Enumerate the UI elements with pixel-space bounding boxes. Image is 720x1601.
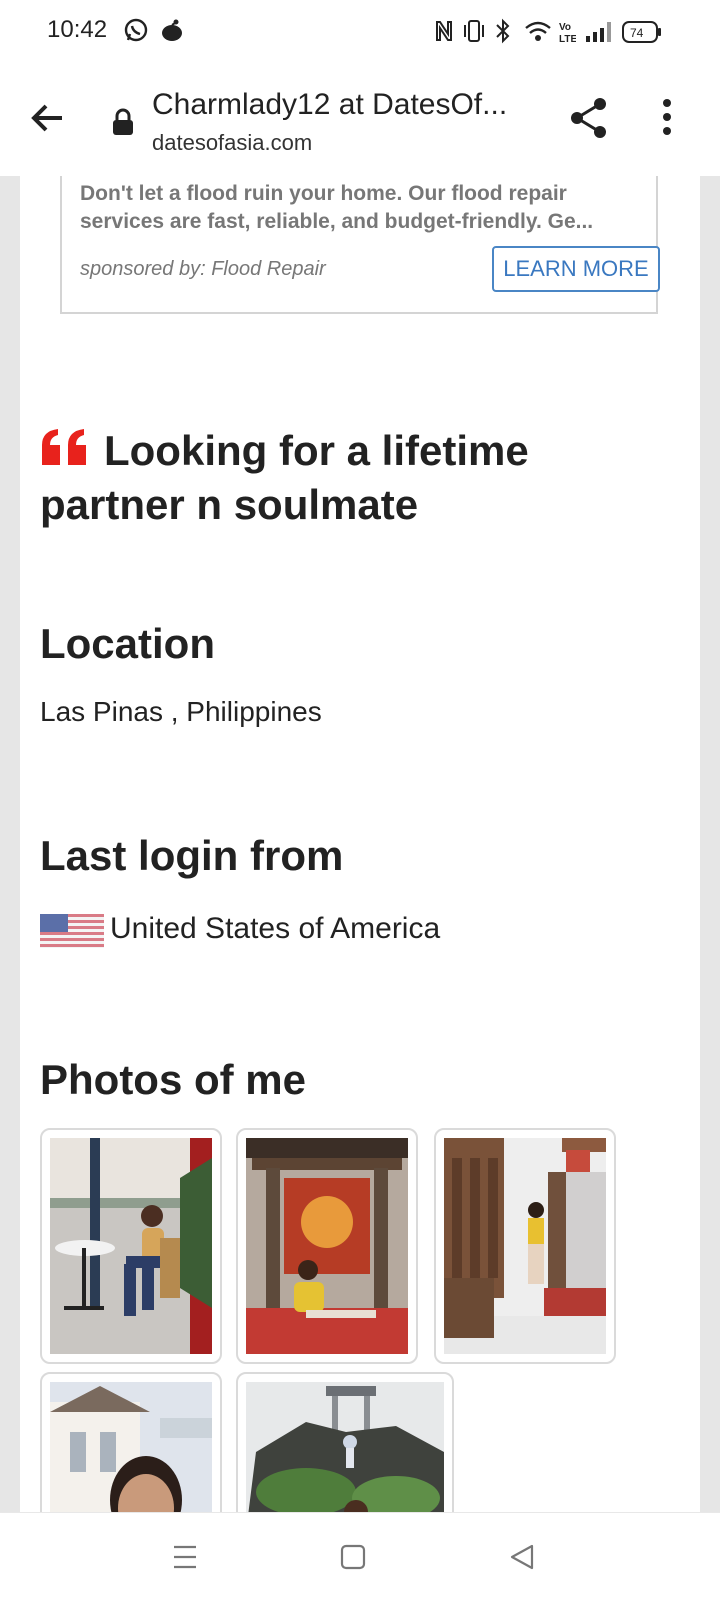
volte-icon: Vo LTE (558, 20, 577, 49)
wifi-icon (524, 18, 552, 49)
page-url[interactable]: datesofasia.com (152, 130, 312, 156)
photo-thumbnail-5[interactable] (236, 1372, 454, 1512)
vibrate-icon (462, 18, 486, 49)
back-arrow-button[interactable] (24, 94, 72, 142)
us-flag-icon (40, 914, 104, 948)
learn-more-button[interactable]: LEARN MORE (492, 246, 660, 292)
quote-icon (40, 424, 90, 478)
photo-thumbnail-1[interactable] (40, 1128, 222, 1364)
back-triangle-icon (510, 1544, 534, 1570)
bluetooth-icon (494, 18, 512, 49)
notification-icon (160, 18, 184, 49)
photo-1-image (50, 1138, 212, 1354)
headline-text: Looking for a lifetime partner n soulmat… (40, 427, 529, 528)
overflow-menu-button[interactable] (660, 96, 674, 145)
page-title[interactable]: Charmlady12 at DatesOf... (152, 88, 522, 122)
more-vert-icon (663, 99, 671, 135)
share-icon (571, 98, 606, 138)
back-arrow-icon (31, 104, 62, 132)
battery-icon: 74 (622, 20, 662, 49)
location-value: Las Pinas , Philippines (40, 696, 322, 727)
system-back-button[interactable] (508, 1543, 536, 1576)
whatsapp-icon (124, 18, 148, 49)
system-navigation-bar (0, 1512, 720, 1601)
location-title: Location (40, 620, 215, 667)
home-icon (340, 1544, 366, 1570)
battery-level: 74 (630, 26, 644, 40)
recent-apps-icon (174, 1545, 196, 1569)
photo-2-image (246, 1138, 408, 1354)
svg-text:LTE: LTE (559, 34, 576, 44)
signal-icon (584, 18, 612, 49)
photo-4-image (50, 1382, 212, 1512)
ad-sponsor: sponsored by: Flood Repair (80, 258, 326, 280)
profile-headline: Looking for a lifetime partner n soulmat… (40, 424, 660, 532)
nfc-icon (434, 18, 454, 49)
recent-apps-button[interactable] (172, 1543, 198, 1576)
lock-icon (112, 108, 134, 141)
status-time: 10:42 (47, 16, 108, 43)
last-login-title: Last login from (40, 832, 344, 879)
last-login-country: United States of America (110, 912, 441, 945)
svg-text:Vo: Vo (559, 22, 571, 33)
photo-thumbnail-4[interactable] (40, 1372, 222, 1512)
profile-content: Don't let a flood ruin your home. Our fl… (20, 176, 700, 1512)
home-button[interactable] (340, 1543, 366, 1576)
browser-toolbar: Charmlady12 at DatesOf... datesofasia.co… (0, 64, 720, 177)
photo-5-image (246, 1382, 444, 1512)
photo-thumbnail-3[interactable] (434, 1128, 616, 1364)
sponsored-ad[interactable]: Don't let a flood ruin your home. Our fl… (60, 176, 660, 314)
photo-thumbnail-2[interactable] (236, 1128, 418, 1364)
share-button[interactable] (568, 96, 610, 145)
photos-title: Photos of me (40, 1056, 307, 1103)
web-page[interactable]: Don't let a flood ruin your home. Our fl… (0, 176, 720, 1512)
ad-text[interactable]: Don't let a flood ruin your home. Our fl… (80, 180, 640, 236)
photo-3-image (444, 1138, 606, 1354)
status-bar: 10:42 Vo LTE 74 (0, 0, 720, 64)
